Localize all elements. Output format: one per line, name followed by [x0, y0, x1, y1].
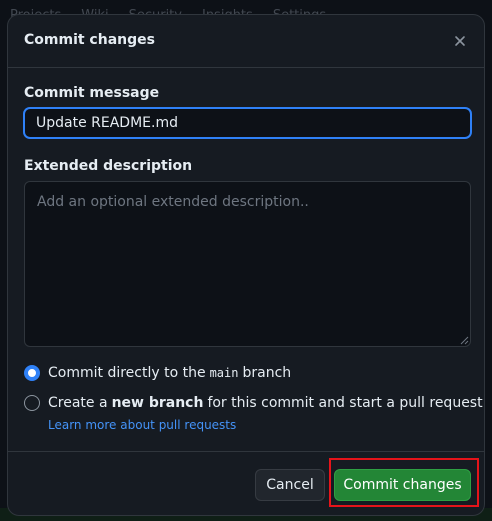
option-direct-prefix: Commit directly to the [48, 365, 206, 381]
option-new-suffix: for this commit and start a pull request [207, 395, 483, 411]
cancel-button[interactable]: Cancel [255, 469, 325, 501]
close-icon [455, 36, 465, 46]
dialog-header: Commit changes [8, 15, 484, 68]
commit-dialog: Commit changes Commit message Extended d… [7, 14, 485, 516]
option-new-prefix: Create a [48, 395, 108, 411]
close-button[interactable] [450, 31, 470, 51]
resize-grip-icon[interactable] [460, 336, 469, 345]
option-commit-direct[interactable]: Commit directly to the main branch [24, 365, 291, 381]
extended-description-input[interactable] [24, 181, 471, 347]
option-new-branch[interactable]: Create a new branch for this commit and … [24, 395, 483, 411]
commit-message-label: Commit message [24, 85, 160, 101]
learn-more-link[interactable]: Learn more about pull requests [48, 418, 236, 432]
commit-message-input[interactable] [24, 108, 471, 138]
commit-changes-button[interactable]: Commit changes [334, 469, 471, 501]
radio-new-branch[interactable] [24, 395, 40, 411]
dialog-footer: Cancel Commit changes [8, 451, 484, 515]
option-new-bold: new branch [111, 395, 204, 411]
option-direct-suffix: branch [242, 365, 292, 381]
extended-description-label: Extended description [24, 158, 193, 174]
branch-name: main [209, 366, 239, 380]
radio-commit-direct[interactable] [24, 365, 40, 381]
dialog-title: Commit changes [24, 32, 155, 48]
